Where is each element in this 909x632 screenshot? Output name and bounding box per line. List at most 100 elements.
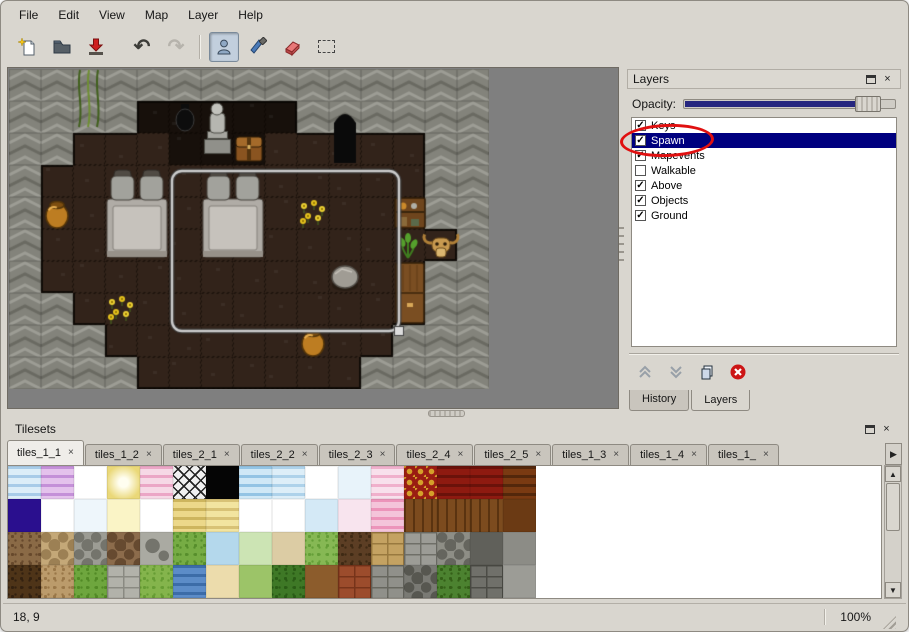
tab-close-icon[interactable]: × — [68, 448, 74, 458]
vertical-splitter-grip[interactable] — [619, 227, 624, 263]
tileset-tab-tiles_1_[interactable]: tiles_1_× — [708, 444, 779, 465]
palette-tile[interactable] — [74, 499, 107, 532]
menu-help[interactable]: Help — [228, 4, 273, 26]
palette-tile[interactable] — [338, 499, 371, 532]
tileset-tab-tiles_2_5[interactable]: tiles_2_5× — [474, 444, 551, 465]
tileset-palette[interactable] — [7, 465, 882, 599]
tileset-tab-tiles_2_1[interactable]: tiles_2_1× — [163, 444, 240, 465]
palette-tile[interactable] — [41, 466, 74, 499]
palette-tile[interactable] — [206, 499, 239, 532]
palette-tile[interactable] — [107, 532, 140, 565]
tab-close-icon[interactable]: × — [224, 450, 230, 460]
tab-close-icon[interactable]: × — [302, 450, 308, 460]
palette-tile[interactable] — [404, 466, 437, 499]
palette-tile[interactable] — [140, 499, 173, 532]
float-tilesets-button[interactable] — [862, 422, 877, 437]
palette-tile[interactable] — [503, 532, 536, 565]
palette-tile[interactable] — [140, 466, 173, 499]
tileset-tab-tiles_2_2[interactable]: tiles_2_2× — [241, 444, 318, 465]
menu-layer[interactable]: Layer — [178, 4, 228, 26]
palette-tile[interactable] — [437, 532, 470, 565]
palette-tile[interactable] — [239, 565, 272, 598]
palette-tile[interactable] — [8, 499, 41, 532]
palette-tile[interactable] — [239, 466, 272, 499]
palette-tile[interactable] — [437, 565, 470, 598]
tool-brush-button[interactable] — [243, 32, 273, 62]
palette-tile[interactable] — [8, 532, 41, 565]
palette-tile[interactable] — [371, 565, 404, 598]
palette-tile[interactable] — [470, 466, 503, 499]
palette-tile[interactable] — [371, 532, 404, 565]
palette-tile[interactable] — [173, 532, 206, 565]
menu-file[interactable]: File — [9, 4, 48, 26]
tileset-tab-tiles_1_2[interactable]: tiles_1_2× — [85, 444, 162, 465]
tool-select-button[interactable] — [311, 32, 341, 62]
palette-tile[interactable] — [41, 532, 74, 565]
palette-tile[interactable] — [74, 532, 107, 565]
dock-tab-layers[interactable]: Layers — [691, 390, 750, 411]
palette-tile[interactable] — [173, 466, 206, 499]
palette-tile[interactable] — [272, 532, 305, 565]
tab-close-icon[interactable]: × — [535, 450, 541, 460]
palette-tile[interactable] — [140, 532, 173, 565]
layer-checkbox[interactable]: ✓ — [635, 120, 646, 131]
close-tilesets-button[interactable]: × — [879, 422, 894, 437]
palette-tile[interactable] — [305, 532, 338, 565]
layer-row-keys[interactable]: ✓Keys — [632, 118, 896, 133]
menu-view[interactable]: View — [89, 4, 135, 26]
palette-tile[interactable] — [239, 532, 272, 565]
palette-tile[interactable] — [437, 466, 470, 499]
tab-close-icon[interactable]: × — [380, 450, 386, 460]
delete-layer-button[interactable] — [726, 361, 750, 383]
menu-edit[interactable]: Edit — [48, 4, 89, 26]
palette-tile[interactable] — [173, 499, 206, 532]
palette-tile[interactable] — [305, 499, 338, 532]
tool-open-button[interactable] — [47, 32, 77, 62]
tool-save-button[interactable] — [81, 32, 111, 62]
tileset-tab-tiles_2_4[interactable]: tiles_2_4× — [396, 444, 473, 465]
resize-grip-icon[interactable] — [883, 616, 896, 629]
layer-row-walkable[interactable]: Walkable — [632, 163, 896, 178]
layer-checkbox[interactable]: ✓ — [635, 195, 646, 206]
palette-tile[interactable] — [338, 466, 371, 499]
palette-tile[interactable] — [107, 565, 140, 598]
palette-tile[interactable] — [371, 499, 404, 532]
palette-tile[interactable] — [140, 565, 173, 598]
layer-row-ground[interactable]: ✓Ground — [632, 208, 896, 223]
horizontal-splitter-grip[interactable] — [428, 410, 465, 417]
close-panel-button[interactable]: × — [880, 72, 895, 87]
palette-tile[interactable] — [74, 565, 107, 598]
palette-tile[interactable] — [107, 499, 140, 532]
palette-tile[interactable] — [41, 499, 74, 532]
palette-tile[interactable] — [404, 499, 437, 532]
palette-tile[interactable] — [41, 565, 74, 598]
layer-row-mapevents[interactable]: ✓Mapevents — [632, 148, 896, 163]
tab-close-icon[interactable]: × — [763, 450, 769, 460]
tileset-tab-tiles_1_3[interactable]: tiles_1_3× — [552, 444, 629, 465]
tool-redo-button[interactable]: ↷ — [161, 32, 191, 62]
palette-tile[interactable] — [503, 466, 536, 499]
palette-tile[interactable] — [272, 466, 305, 499]
palette-tile[interactable] — [338, 565, 371, 598]
map-canvas[interactable] — [9, 69, 489, 389]
tab-close-icon[interactable]: × — [691, 450, 697, 460]
scrollbar-thumb[interactable] — [886, 483, 900, 531]
palette-tile[interactable] — [206, 532, 239, 565]
duplicate-layer-button[interactable] — [695, 361, 719, 383]
move-layer-down-button[interactable] — [664, 361, 688, 383]
palette-tile[interactable] — [107, 466, 140, 499]
map-view[interactable] — [7, 67, 619, 409]
layer-checkbox[interactable] — [635, 165, 646, 176]
palette-tile[interactable] — [74, 466, 107, 499]
layer-checkbox[interactable]: ✓ — [635, 210, 646, 221]
scroll-up-button[interactable]: ▲ — [885, 466, 901, 482]
tab-close-icon[interactable]: × — [613, 450, 619, 460]
palette-tile[interactable] — [305, 466, 338, 499]
tab-close-icon[interactable]: × — [146, 450, 152, 460]
tool-stamp-button[interactable] — [209, 32, 239, 62]
dock-tab-history[interactable]: History — [629, 390, 689, 411]
palette-tile[interactable] — [470, 565, 503, 598]
menu-map[interactable]: Map — [135, 4, 178, 26]
move-layer-up-button[interactable] — [633, 361, 657, 383]
tool-new-file-button[interactable] — [13, 32, 43, 62]
